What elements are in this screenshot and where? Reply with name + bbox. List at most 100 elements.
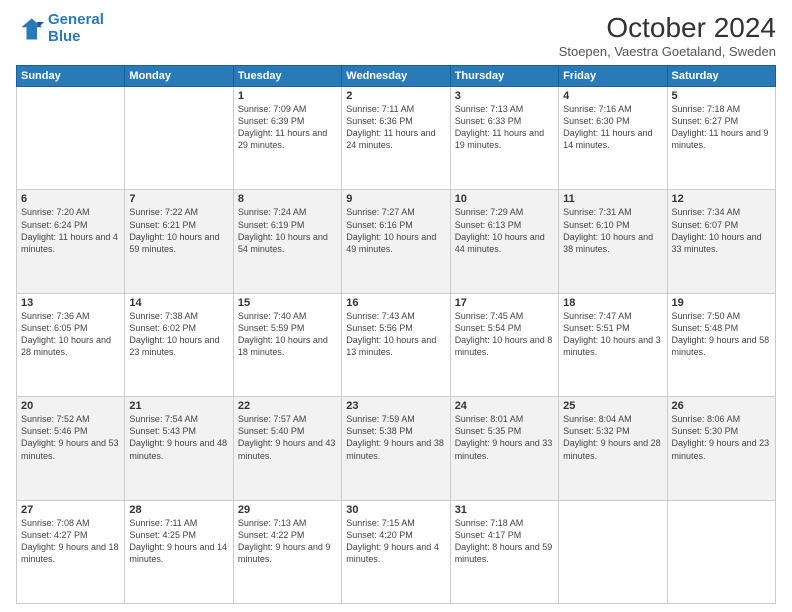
cell-info: Sunrise: 7:38 AMSunset: 6:02 PMDaylight:… [129,310,228,359]
day-number: 14 [129,297,228,309]
col-header-tuesday: Tuesday [233,66,341,87]
day-number: 20 [21,400,120,412]
day-number: 3 [455,90,554,102]
cell-info: Sunrise: 7:11 AMSunset: 4:25 PMDaylight:… [129,517,228,566]
calendar-cell [559,500,667,603]
cell-info: Sunrise: 7:13 AMSunset: 6:33 PMDaylight:… [455,103,554,152]
day-number: 26 [672,400,771,412]
cell-info: Sunrise: 7:54 AMSunset: 5:43 PMDaylight:… [129,413,228,462]
col-header-friday: Friday [559,66,667,87]
day-number: 5 [672,90,771,102]
day-number: 16 [346,297,445,309]
cell-info: Sunrise: 7:29 AMSunset: 6:13 PMDaylight:… [455,206,554,255]
cell-info: Sunrise: 7:11 AMSunset: 6:36 PMDaylight:… [346,103,445,152]
cell-info: Sunrise: 7:09 AMSunset: 6:39 PMDaylight:… [238,103,337,152]
day-number: 25 [563,400,662,412]
calendar-cell: 29Sunrise: 7:13 AMSunset: 4:22 PMDayligh… [233,500,341,603]
calendar-cell: 23Sunrise: 7:59 AMSunset: 5:38 PMDayligh… [342,397,450,500]
month-title: October 2024 [559,12,776,44]
calendar-cell: 8Sunrise: 7:24 AMSunset: 6:19 PMDaylight… [233,190,341,293]
day-number: 21 [129,400,228,412]
cell-info: Sunrise: 7:16 AMSunset: 6:30 PMDaylight:… [563,103,662,152]
calendar-cell: 24Sunrise: 8:01 AMSunset: 5:35 PMDayligh… [450,397,558,500]
cell-info: Sunrise: 7:43 AMSunset: 5:56 PMDaylight:… [346,310,445,359]
calendar-cell: 16Sunrise: 7:43 AMSunset: 5:56 PMDayligh… [342,293,450,396]
calendar-cell: 2Sunrise: 7:11 AMSunset: 6:36 PMDaylight… [342,87,450,190]
calendar-cell: 30Sunrise: 7:15 AMSunset: 4:20 PMDayligh… [342,500,450,603]
calendar-cell: 31Sunrise: 7:18 AMSunset: 4:17 PMDayligh… [450,500,558,603]
calendar-cell: 1Sunrise: 7:09 AMSunset: 6:39 PMDaylight… [233,87,341,190]
calendar-cell: 19Sunrise: 7:50 AMSunset: 5:48 PMDayligh… [667,293,775,396]
calendar-cell: 12Sunrise: 7:34 AMSunset: 6:07 PMDayligh… [667,190,775,293]
col-header-wednesday: Wednesday [342,66,450,87]
day-number: 10 [455,193,554,205]
header: General Blue October 2024 Stoepen, Vaest… [16,12,776,59]
day-number: 31 [455,504,554,516]
day-number: 28 [129,504,228,516]
day-number: 17 [455,297,554,309]
calendar-cell: 20Sunrise: 7:52 AMSunset: 5:46 PMDayligh… [17,397,125,500]
day-number: 8 [238,193,337,205]
cell-info: Sunrise: 7:59 AMSunset: 5:38 PMDaylight:… [346,413,445,462]
cell-info: Sunrise: 7:50 AMSunset: 5:48 PMDaylight:… [672,310,771,359]
calendar-cell: 6Sunrise: 7:20 AMSunset: 6:24 PMDaylight… [17,190,125,293]
calendar-cell: 13Sunrise: 7:36 AMSunset: 6:05 PMDayligh… [17,293,125,396]
day-number: 9 [346,193,445,205]
cell-info: Sunrise: 8:06 AMSunset: 5:30 PMDaylight:… [672,413,771,462]
cell-info: Sunrise: 7:18 AMSunset: 4:17 PMDaylight:… [455,517,554,566]
calendar-cell: 28Sunrise: 7:11 AMSunset: 4:25 PMDayligh… [125,500,233,603]
header-row: SundayMondayTuesdayWednesdayThursdayFrid… [17,66,776,87]
week-row-2: 6Sunrise: 7:20 AMSunset: 6:24 PMDaylight… [17,190,776,293]
page: General Blue October 2024 Stoepen, Vaest… [0,0,792,612]
col-header-monday: Monday [125,66,233,87]
day-number: 22 [238,400,337,412]
calendar-cell: 7Sunrise: 7:22 AMSunset: 6:21 PMDaylight… [125,190,233,293]
calendar-cell [125,87,233,190]
day-number: 23 [346,400,445,412]
week-row-4: 20Sunrise: 7:52 AMSunset: 5:46 PMDayligh… [17,397,776,500]
calendar-cell [17,87,125,190]
calendar-cell: 15Sunrise: 7:40 AMSunset: 5:59 PMDayligh… [233,293,341,396]
day-number: 2 [346,90,445,102]
cell-info: Sunrise: 7:24 AMSunset: 6:19 PMDaylight:… [238,206,337,255]
logo: General Blue [16,12,104,45]
week-row-1: 1Sunrise: 7:09 AMSunset: 6:39 PMDaylight… [17,87,776,190]
day-number: 13 [21,297,120,309]
cell-info: Sunrise: 7:36 AMSunset: 6:05 PMDaylight:… [21,310,120,359]
logo-text: General Blue [48,12,104,45]
calendar-cell: 4Sunrise: 7:16 AMSunset: 6:30 PMDaylight… [559,87,667,190]
cell-info: Sunrise: 7:13 AMSunset: 4:22 PMDaylight:… [238,517,337,566]
calendar-cell: 18Sunrise: 7:47 AMSunset: 5:51 PMDayligh… [559,293,667,396]
day-number: 6 [21,193,120,205]
cell-info: Sunrise: 8:04 AMSunset: 5:32 PMDaylight:… [563,413,662,462]
cell-info: Sunrise: 7:31 AMSunset: 6:10 PMDaylight:… [563,206,662,255]
cell-info: Sunrise: 7:27 AMSunset: 6:16 PMDaylight:… [346,206,445,255]
day-number: 30 [346,504,445,516]
day-number: 7 [129,193,228,205]
calendar-cell [667,500,775,603]
day-number: 19 [672,297,771,309]
calendar-cell: 17Sunrise: 7:45 AMSunset: 5:54 PMDayligh… [450,293,558,396]
logo-icon [16,15,44,43]
calendar-cell: 11Sunrise: 7:31 AMSunset: 6:10 PMDayligh… [559,190,667,293]
calendar-cell: 26Sunrise: 8:06 AMSunset: 5:30 PMDayligh… [667,397,775,500]
day-number: 29 [238,504,337,516]
col-header-thursday: Thursday [450,66,558,87]
col-header-saturday: Saturday [667,66,775,87]
cell-info: Sunrise: 7:45 AMSunset: 5:54 PMDaylight:… [455,310,554,359]
day-number: 11 [563,193,662,205]
cell-info: Sunrise: 7:52 AMSunset: 5:46 PMDaylight:… [21,413,120,462]
cell-info: Sunrise: 7:08 AMSunset: 4:27 PMDaylight:… [21,517,120,566]
calendar-cell: 3Sunrise: 7:13 AMSunset: 6:33 PMDaylight… [450,87,558,190]
day-number: 18 [563,297,662,309]
day-number: 27 [21,504,120,516]
day-number: 12 [672,193,771,205]
day-number: 1 [238,90,337,102]
calendar-cell: 10Sunrise: 7:29 AMSunset: 6:13 PMDayligh… [450,190,558,293]
cell-info: Sunrise: 7:18 AMSunset: 6:27 PMDaylight:… [672,103,771,152]
cell-info: Sunrise: 7:40 AMSunset: 5:59 PMDaylight:… [238,310,337,359]
calendar-cell: 22Sunrise: 7:57 AMSunset: 5:40 PMDayligh… [233,397,341,500]
calendar-cell: 14Sunrise: 7:38 AMSunset: 6:02 PMDayligh… [125,293,233,396]
calendar-cell: 9Sunrise: 7:27 AMSunset: 6:16 PMDaylight… [342,190,450,293]
cell-info: Sunrise: 8:01 AMSunset: 5:35 PMDaylight:… [455,413,554,462]
